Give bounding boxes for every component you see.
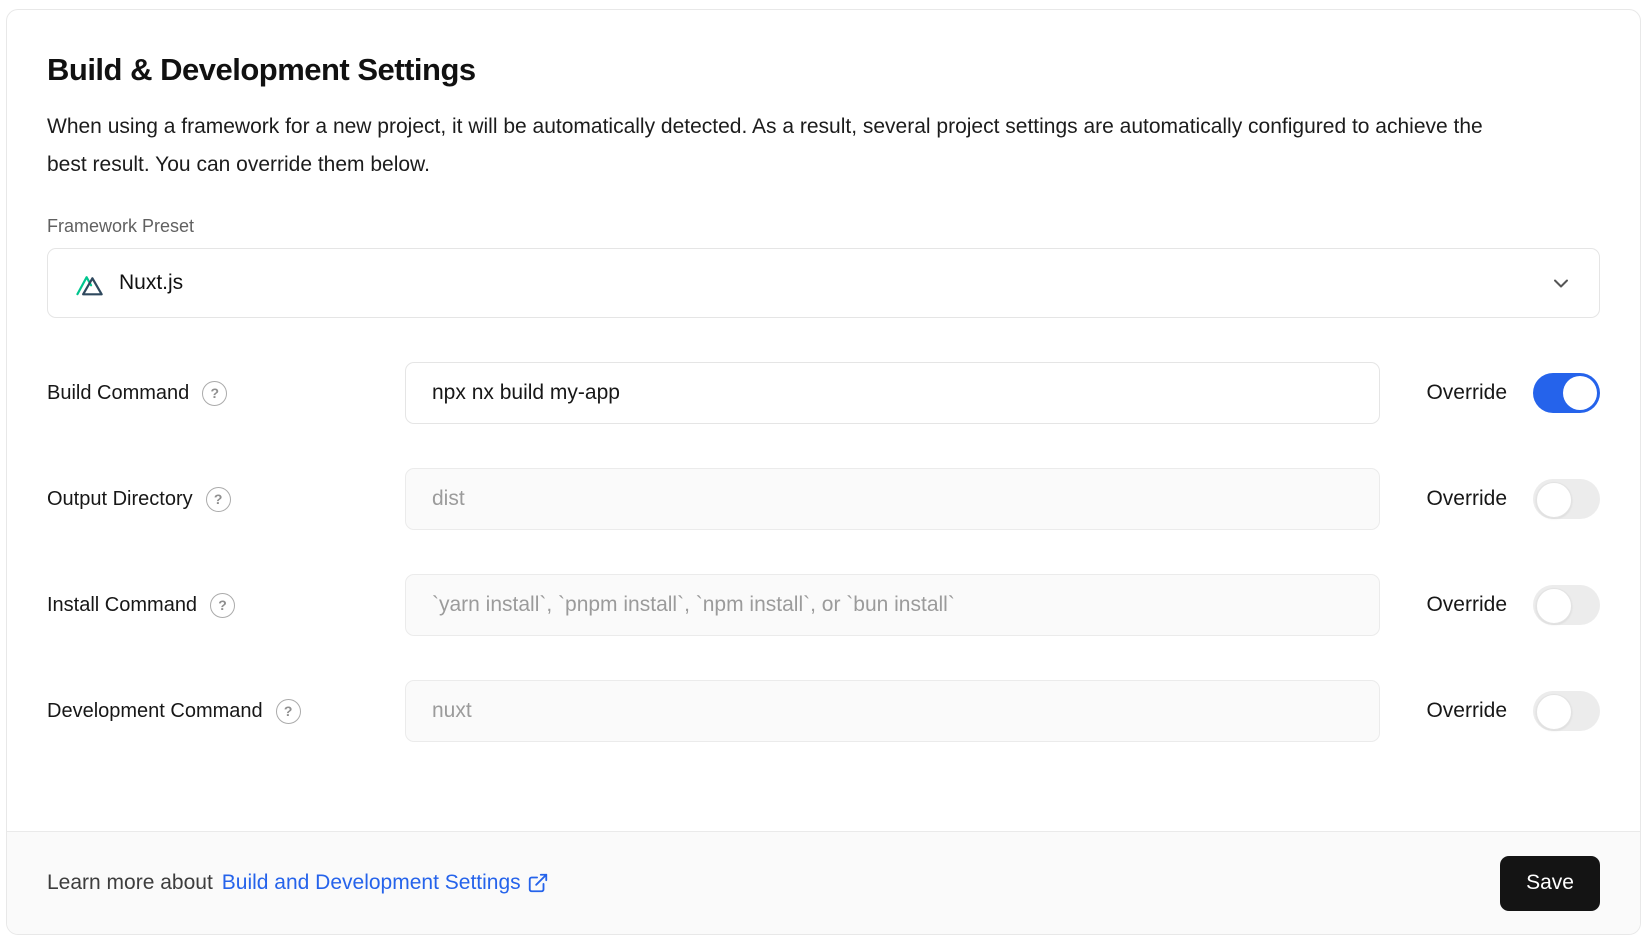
- framework-preset-value: Nuxt.js: [119, 271, 183, 295]
- development-command-override-toggle[interactable]: [1533, 691, 1600, 731]
- development-command-label: Development Command: [47, 700, 263, 723]
- development-command-input: [405, 680, 1380, 742]
- save-button[interactable]: Save: [1500, 856, 1600, 911]
- card-footer: Learn more about Build and Development S…: [7, 831, 1640, 934]
- install-command-override-toggle[interactable]: [1533, 585, 1600, 625]
- install-command-label: Install Command: [47, 594, 197, 617]
- learn-more-text: Learn more about Build and Development S…: [47, 871, 549, 895]
- settings-rows: Build Command Override Output Directory …: [47, 362, 1600, 742]
- learn-more-prefix: Learn more about: [47, 871, 213, 895]
- build-command-row: Build Command Override: [47, 362, 1600, 424]
- output-directory-label: Output Directory: [47, 488, 193, 511]
- build-command-input[interactable]: [405, 362, 1380, 424]
- question-circle-icon[interactable]: [202, 381, 227, 406]
- external-link-icon: [527, 872, 549, 894]
- page-title: Build & Development Settings: [47, 52, 1600, 88]
- development-command-row: Development Command Override: [47, 680, 1600, 742]
- build-dev-settings-link[interactable]: Build and Development Settings: [222, 871, 549, 895]
- install-command-row: Install Command Override: [47, 574, 1600, 636]
- settings-description: When using a framework for a new project…: [47, 108, 1522, 184]
- question-circle-icon[interactable]: [206, 487, 231, 512]
- build-dev-settings-card: Build & Development Settings When using …: [6, 9, 1641, 935]
- override-label: Override: [1426, 381, 1507, 405]
- chevron-down-icon: [1549, 271, 1573, 295]
- output-directory-row: Output Directory Override: [47, 468, 1600, 530]
- override-label: Override: [1426, 487, 1507, 511]
- framework-preset-selected: Nuxt.js: [74, 270, 183, 297]
- build-command-label: Build Command: [47, 382, 189, 405]
- override-label: Override: [1426, 699, 1507, 723]
- framework-preset-select[interactable]: Nuxt.js: [47, 248, 1600, 318]
- build-command-override-toggle[interactable]: [1533, 373, 1600, 413]
- output-directory-input: [405, 468, 1380, 530]
- question-circle-icon[interactable]: [276, 699, 301, 724]
- question-circle-icon[interactable]: [210, 593, 235, 618]
- framework-preset-label: Framework Preset: [47, 216, 1600, 237]
- install-command-input: [405, 574, 1380, 636]
- nuxt-logo-icon: [74, 270, 105, 297]
- card-body: Build & Development Settings When using …: [7, 10, 1640, 831]
- output-directory-override-toggle[interactable]: [1533, 479, 1600, 519]
- override-label: Override: [1426, 593, 1507, 617]
